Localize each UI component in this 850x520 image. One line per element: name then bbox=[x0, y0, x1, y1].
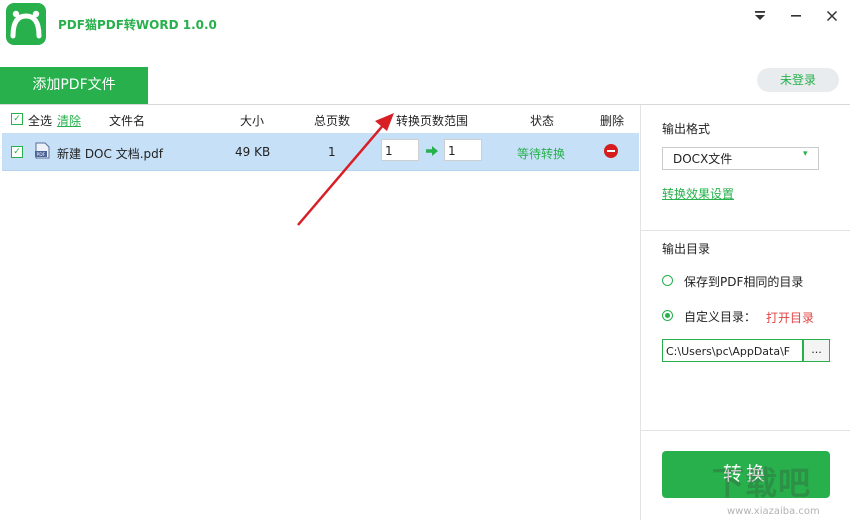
app-title: PDF猫PDF转WORD 1.0.0 bbox=[58, 18, 217, 32]
panel-divider bbox=[640, 105, 641, 520]
menu-dropdown-icon[interactable] bbox=[749, 6, 771, 26]
header-status: 状态 bbox=[530, 114, 555, 128]
minimize-icon[interactable] bbox=[785, 6, 807, 26]
range-from-input[interactable]: 1 bbox=[381, 139, 419, 161]
panel-section-divider bbox=[641, 230, 850, 231]
header-size: 大小 bbox=[240, 114, 265, 128]
select-all-label: 全选 bbox=[28, 114, 53, 128]
open-dir-link[interactable]: 打开目录 bbox=[766, 309, 814, 326]
row-filename: 新建 DOC 文档.pdf bbox=[57, 147, 163, 161]
header-delete: 删除 bbox=[600, 114, 625, 128]
effect-settings-link[interactable]: 转换效果设置 bbox=[662, 185, 734, 202]
output-path-input[interactable]: C:\Users\pc\AppData\F bbox=[662, 339, 803, 362]
watermark-url: www.xiazaiba.com bbox=[727, 506, 820, 517]
select-all-checkbox[interactable]: ✓ bbox=[11, 113, 23, 125]
delete-icon[interactable] bbox=[604, 144, 618, 158]
pdf-file-icon: PDF bbox=[35, 142, 50, 162]
header-page-range: 转换页数范围 bbox=[396, 114, 469, 128]
row-status: 等待转换 bbox=[517, 147, 566, 161]
row-total-pages: 1 bbox=[328, 145, 336, 159]
svg-text:PDF: PDF bbox=[37, 152, 46, 158]
dropdown-arrow-icon[interactable]: ▾ bbox=[803, 149, 808, 159]
browse-button[interactable]: ... bbox=[803, 339, 830, 362]
row-size: 49 KB bbox=[235, 145, 271, 159]
watermark-text: 下载吧 bbox=[712, 464, 812, 502]
app-logo-icon bbox=[6, 3, 46, 45]
clear-link[interactable]: 清除 bbox=[57, 112, 81, 129]
radio-custom-dir-label: 自定义目录： bbox=[684, 310, 757, 324]
range-to-input[interactable]: 1 bbox=[444, 139, 482, 161]
header-total-pages: 总页数 bbox=[314, 114, 351, 128]
radio-same-dir[interactable] bbox=[662, 275, 673, 286]
radio-same-dir-label: 保存到PDF相同的目录 bbox=[684, 275, 804, 289]
arrow-right-icon bbox=[426, 145, 438, 159]
header-filename: 文件名 bbox=[109, 114, 146, 128]
add-pdf-tab[interactable]: 添加PDF文件 bbox=[0, 67, 148, 104]
close-icon[interactable] bbox=[821, 6, 843, 26]
login-button[interactable]: 未登录 bbox=[757, 68, 839, 92]
panel-section-divider-2 bbox=[641, 430, 850, 431]
format-select[interactable]: DOCX文件 bbox=[662, 147, 819, 170]
output-dir-label: 输出目录 bbox=[662, 242, 711, 256]
output-format-label: 输出格式 bbox=[662, 122, 711, 136]
radio-custom-dir[interactable] bbox=[662, 310, 673, 321]
row-checkbox[interactable]: ✓ bbox=[11, 146, 23, 158]
